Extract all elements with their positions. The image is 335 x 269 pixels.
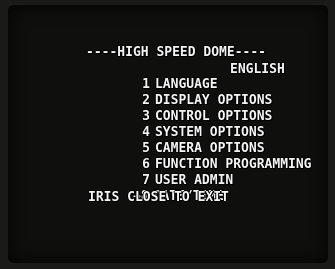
menu-title: ----HIGH SPEED DOME----: [86, 45, 267, 60]
language-value: ENGLISH: [230, 62, 285, 77]
osd-display: ----HIGH SPEED DOME---- 1 LANGUAGE ENGLIS…: [8, 5, 328, 263]
video-frame: ----HIGH SPEED DOME---- 1 LANGUAGE ENGLIS…: [0, 0, 335, 269]
exit-hint: IRIS CLOSE TO EXIT: [88, 190, 229, 205]
